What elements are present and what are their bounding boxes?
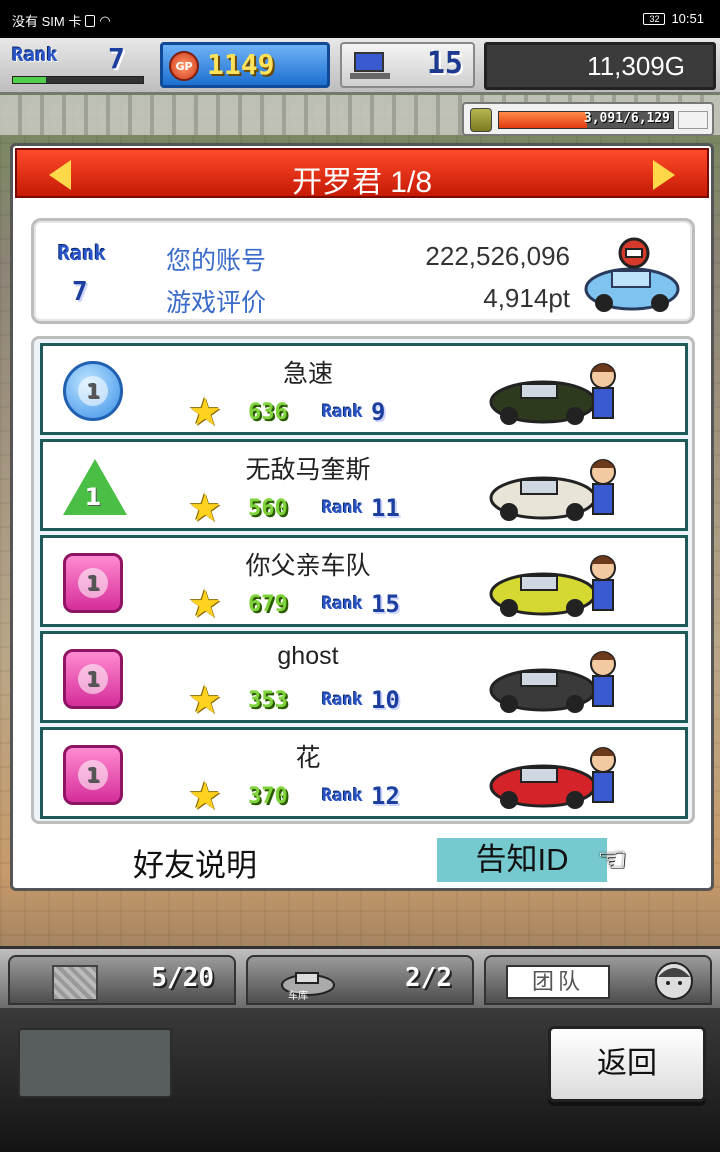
friend-stats: ★ 560 Rank 11 — [188, 486, 400, 530]
friend-name: 无敌马奎斯 — [245, 456, 371, 484]
team-label: 团队 — [506, 965, 610, 999]
tab-storage[interactable]: 5/20 — [8, 955, 236, 1005]
friend-name: 你父亲车队 — [245, 552, 371, 580]
account-id-label: 您的账号 — [166, 247, 267, 275]
computer-icon — [350, 52, 390, 80]
computer-count-display[interactable]: 15 — [340, 42, 475, 88]
friend-rank-label: Rank — [322, 402, 363, 422]
friend-name: 花 — [295, 744, 321, 772]
friend-rank-value: 15 — [370, 590, 400, 618]
friend-rank-value: 10 — [370, 686, 400, 714]
wifi-icon: ◠ — [99, 12, 111, 28]
friend-car-and-driver-icon — [489, 651, 616, 713]
account-rank-label: Rank — [58, 241, 107, 265]
account-rank-value: 7 — [72, 277, 88, 307]
friend-level-badge-icon: 1 — [63, 553, 123, 613]
friend-list: 1 急速 ★ 636 Rank 9 1 无敌马奎斯 ★ 560 Rank 11 — [31, 336, 695, 824]
friend-stats: ★ 636 Rank 9 — [188, 390, 386, 434]
status-bar: 没有 SIM 卡 ◠ 32 10:51 — [0, 0, 720, 38]
bottom-bar: 返回 — [0, 1008, 720, 1152]
battery-icon: 32 — [643, 12, 666, 25]
friend-row[interactable]: 1 ghost ★ 353 Rank 10 — [40, 631, 688, 723]
friend-stats: ★ 353 Rank 10 — [188, 678, 400, 722]
friend-stats: ★ 370 Rank 12 — [188, 774, 400, 818]
star-icon: ★ — [188, 582, 223, 626]
star-icon: ★ — [188, 774, 223, 818]
top-hud: Rank 7 GP 1149 15 11,309G — [0, 38, 720, 94]
gp-value: 1149 — [207, 48, 275, 81]
clock: 10:51 — [671, 11, 704, 26]
friend-car-and-driver-icon — [489, 747, 616, 809]
friend-rank-label: Rank — [322, 690, 363, 710]
friend-rank-label: Rank — [322, 786, 363, 806]
star-icon: ★ — [188, 486, 223, 530]
gp-coin-icon: GP — [169, 51, 199, 81]
friend-row[interactable]: 1 急速 ★ 636 Rank 9 — [40, 343, 688, 435]
empty-slot[interactable] — [18, 1028, 172, 1098]
friend-points: 679 — [248, 591, 288, 617]
friend-row[interactable]: 1 无敌马奎斯 ★ 560 Rank 11 — [40, 439, 688, 531]
computer-count-value: 15 — [426, 46, 463, 81]
friend-level-badge-icon: 1 — [63, 649, 123, 709]
notify-id-button[interactable]: 告知ID — [437, 838, 607, 882]
rating-label: 游戏评价 — [166, 289, 267, 317]
player-rank-display[interactable]: Rank 7 — [8, 42, 148, 88]
gp-display[interactable]: GP 1149 — [160, 42, 330, 88]
bottom-tab-bar: 5/20 车库 2/2 团队 — [0, 946, 720, 1008]
panel-title: 开罗君 1/8 — [291, 166, 433, 199]
rank-progress-bar — [12, 76, 144, 84]
star-icon: ★ — [188, 390, 223, 434]
star-icon: ★ — [188, 678, 223, 722]
friend-points: 353 — [248, 687, 288, 713]
friend-row[interactable]: 1 花 ★ 370 Rank 12 — [40, 727, 688, 819]
friend-rank-label: Rank — [322, 594, 363, 614]
friend-rank-value: 11 — [370, 494, 400, 522]
friend-car-and-driver-icon — [489, 363, 616, 425]
account-card: Rank 7 您的账号 222,526,096 游戏评价 4,914pt — [31, 218, 695, 324]
fuel-barrel-icon — [470, 108, 492, 132]
sim-icon — [85, 14, 96, 27]
friend-points: 370 — [248, 783, 288, 809]
friend-points: 560 — [248, 495, 288, 521]
garage-count: 2/2 — [405, 963, 452, 993]
pointing-hand-icon: ☜ — [597, 840, 628, 880]
friend-rank-value: 9 — [370, 398, 386, 426]
friend-rank-value: 12 — [370, 782, 400, 810]
fuel-gauge: 3,091/6,129 — [462, 102, 714, 136]
team-member-face-icon — [655, 962, 693, 1000]
rank-label: Rank — [12, 44, 58, 66]
rank-value: 7 — [108, 42, 125, 75]
panel-header: 开罗君 1/8 — [15, 148, 709, 199]
friend-car-and-driver-icon — [489, 459, 616, 521]
friend-rank-label: Rank — [322, 498, 363, 518]
tab-garage[interactable]: 车库 2/2 — [246, 955, 474, 1005]
money-display: 11,309G — [484, 42, 716, 90]
friend-help-button[interactable]: 好友说明 — [133, 840, 257, 885]
friend-name: 急速 — [282, 360, 333, 388]
storage-count: 5/20 — [151, 963, 214, 993]
account-id-value: 222,526,096 — [425, 241, 570, 271]
friend-level-badge-icon: 1 — [63, 745, 123, 805]
friend-points: 636 — [248, 399, 288, 425]
friend-row[interactable]: 1 你父亲车队 ★ 679 Rank 15 — [40, 535, 688, 627]
fuel-value: 3,091/6,129 — [583, 111, 670, 126]
friend-name: ghost — [277, 642, 339, 670]
carrier-text: 没有 SIM 卡 — [12, 14, 82, 29]
friend-level-badge-icon: 1 — [63, 361, 123, 421]
garage-car-icon — [281, 972, 335, 996]
player-car-icon — [584, 237, 680, 312]
tab-team[interactable]: 团队 — [484, 955, 712, 1005]
garage-label: 车库 — [288, 991, 308, 1002]
friend-level-badge-icon: 1 — [63, 457, 127, 517]
crate-icon — [52, 965, 98, 1001]
friend-panel: 开罗君 1/8 Rank 7 您的账号 222,526,096 游戏评价 4,9… — [10, 143, 714, 891]
rating-value: 4,914pt — [483, 283, 570, 313]
friend-car-and-driver-icon — [489, 555, 616, 617]
back-button[interactable]: 返回 — [548, 1026, 706, 1102]
next-arrow-icon[interactable] — [653, 160, 675, 190]
friend-stats: ★ 679 Rank 15 — [188, 582, 400, 626]
